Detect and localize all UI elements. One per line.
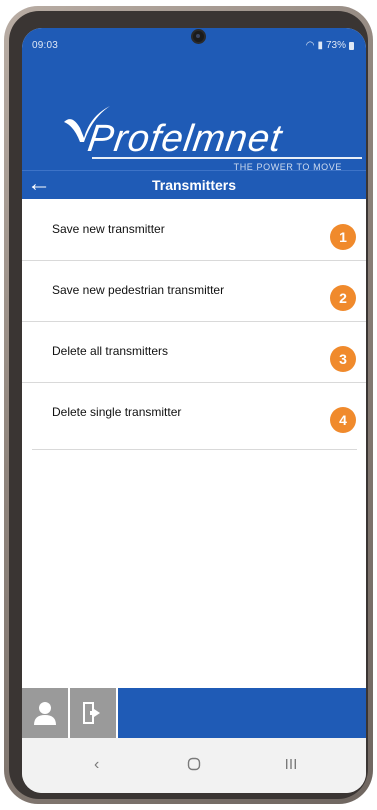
front-camera xyxy=(193,31,204,42)
page-title: Transmitters xyxy=(151,177,237,193)
wifi-icon: ◠ xyxy=(305,40,315,51)
menu-item-delete-single-transmitter[interactable]: Delete single transmitter 4 xyxy=(22,383,366,443)
logout-button[interactable] xyxy=(70,688,118,738)
system-recents-button[interactable] xyxy=(284,757,298,776)
recents-icon xyxy=(286,759,296,769)
menu-item-label: Delete all transmitters xyxy=(52,344,169,358)
battery-percent: 73% xyxy=(325,40,346,51)
menu-divider xyxy=(32,449,357,450)
user-button[interactable] xyxy=(22,688,70,738)
back-chevron-icon: ‹ xyxy=(94,756,100,773)
transmitter-menu: Save new transmitter 1 Save new pedestri… xyxy=(22,200,366,443)
title-bar: ← Transmitters xyxy=(22,170,366,199)
menu-item-delete-all-transmitters[interactable]: Delete all transmitters 3 xyxy=(22,322,366,383)
bottom-toolbar xyxy=(22,688,366,738)
step-badge: 4 xyxy=(330,407,356,433)
home-circle-icon xyxy=(187,757,201,771)
menu-item-label: Save new pedestrian transmitter xyxy=(52,283,225,297)
step-badge: 3 xyxy=(330,346,356,372)
user-icon xyxy=(34,702,56,725)
brand-logo: Profelmnet THE POWER TO MOVE xyxy=(40,94,362,172)
app-header: Profelmnet THE POWER TO MOVE xyxy=(22,56,366,178)
app-screen: 09:03 ◠ ▮ 73% Profelmnet THE POWER TO MO… xyxy=(22,28,366,793)
status-time: 09:03 xyxy=(32,40,59,51)
logo-underline xyxy=(92,157,362,159)
menu-item-save-pedestrian-transmitter[interactable]: Save new pedestrian transmitter 2 xyxy=(22,261,366,322)
step-badge: 1 xyxy=(330,224,356,250)
system-back-button[interactable]: ‹ xyxy=(94,756,99,774)
battery-icon xyxy=(349,41,354,50)
menu-item-label: Save new transmitter xyxy=(52,222,165,236)
exit-door-icon xyxy=(83,702,100,724)
signal-icon: ▮ xyxy=(317,40,323,51)
step-badge: 2 xyxy=(330,285,356,311)
brand-name: Profelmnet xyxy=(85,118,285,160)
system-home-button[interactable] xyxy=(187,757,201,776)
menu-item-save-new-transmitter[interactable]: Save new transmitter 1 xyxy=(22,200,366,261)
menu-item-label: Delete single transmitter xyxy=(52,405,182,419)
status-icons: ◠ ▮ 73% xyxy=(306,40,354,51)
system-nav-bar: ‹ xyxy=(22,738,366,793)
